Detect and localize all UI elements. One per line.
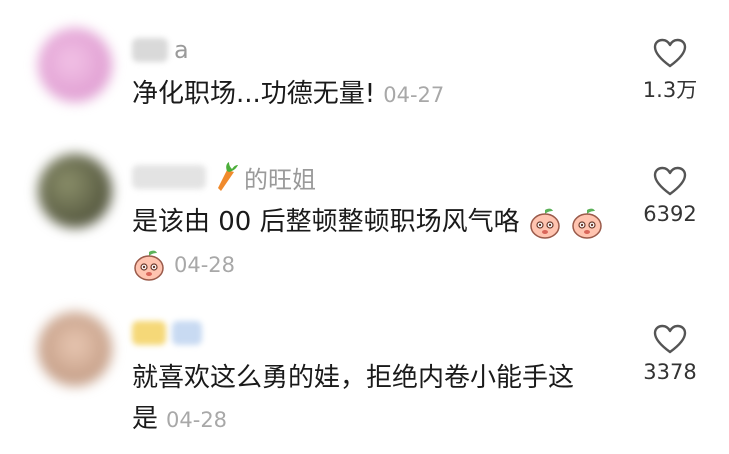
username[interactable]: a xyxy=(132,35,189,65)
comment-body-continued: 是 xyxy=(132,404,159,434)
like-button[interactable]: 3378 xyxy=(628,324,712,384)
comment-body: 净化职场...功德无量! xyxy=(132,79,376,109)
heart-outline-icon[interactable] xyxy=(653,166,687,196)
blurred-username xyxy=(132,38,168,62)
comment-date: 04-28 xyxy=(166,408,228,432)
comment-date: 04-27 xyxy=(383,83,445,107)
avatar[interactable] xyxy=(38,154,112,228)
comment-text-line2: 04-28 xyxy=(132,244,235,285)
comment-body: 就喜欢这么勇的娃，拒绝内卷小能手这 xyxy=(132,363,575,393)
comment-text: 就喜欢这么勇的娃，拒绝内卷小能手这 xyxy=(132,358,574,398)
blurred-username xyxy=(132,165,206,189)
like-count: 6392 xyxy=(643,202,697,226)
blurred-username xyxy=(132,321,166,345)
avatar[interactable] xyxy=(38,312,112,386)
username[interactable] xyxy=(132,318,202,348)
peach-face-emoji-icon xyxy=(530,208,560,239)
like-count: 3378 xyxy=(643,360,697,384)
like-button[interactable]: 6392 xyxy=(628,166,712,226)
comment-date: 04-28 xyxy=(174,253,236,277)
username-label: a xyxy=(174,36,189,64)
comment-text: 是该由 00 后整顿整顿职场风气咯 xyxy=(132,202,604,242)
heart-outline-icon[interactable] xyxy=(653,38,687,68)
peach-face-emoji-icon xyxy=(134,250,164,281)
carrot-icon xyxy=(218,162,238,191)
heart-outline-icon[interactable] xyxy=(653,324,687,354)
comment-text-line2: 是 04-28 xyxy=(132,399,227,440)
blurred-username xyxy=(172,321,202,345)
avatar[interactable] xyxy=(38,28,112,102)
like-button[interactable]: 1.3万 xyxy=(628,38,712,104)
comment-text: 净化职场...功德无量! 04-27 xyxy=(132,74,444,115)
like-count: 1.3万 xyxy=(642,78,698,102)
username-label: 的旺姐 xyxy=(244,165,316,194)
comment-body: 是该由 00 后整顿整顿职场风气咯 xyxy=(132,207,520,237)
peach-face-emoji-icon xyxy=(572,208,602,239)
username[interactable]: 的旺姐 xyxy=(132,162,316,194)
